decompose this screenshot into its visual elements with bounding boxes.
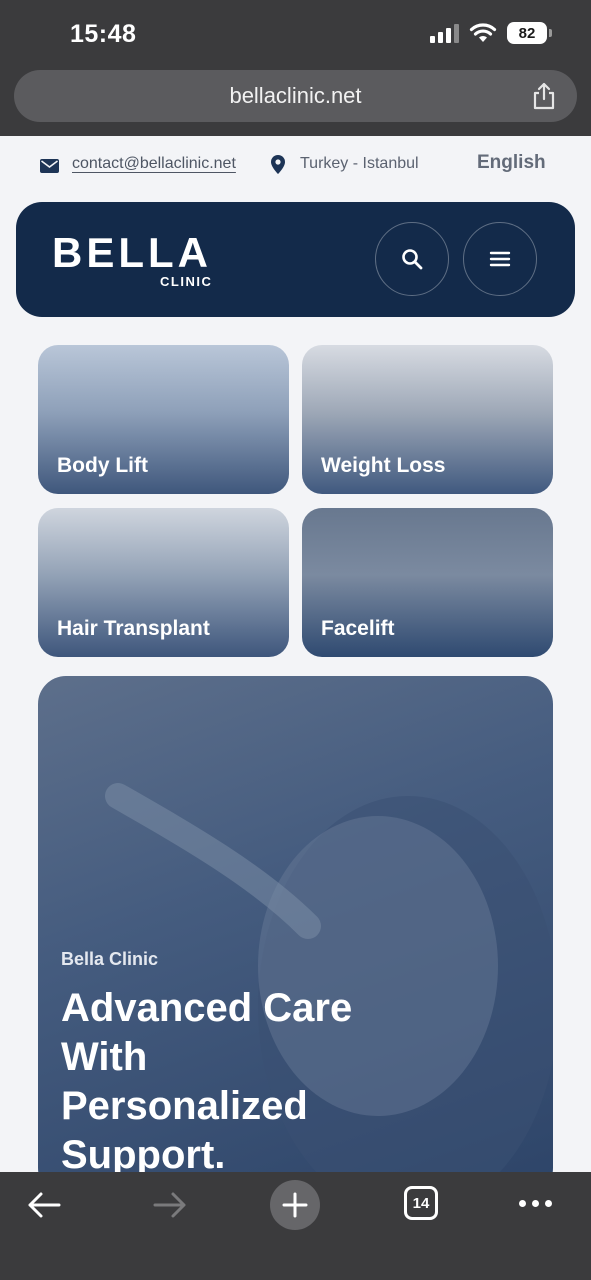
status-icons: 82 <box>430 22 552 44</box>
search-icon <box>402 249 423 270</box>
menu-button[interactable] <box>463 222 537 296</box>
bella-clinic-logo[interactable]: BELLA CLINIC <box>52 229 212 290</box>
service-tile-body-lift[interactable]: Body Lift <box>38 345 289 494</box>
battery-icon: 82 <box>507 22 552 44</box>
browser-bottom-bar: 14 <box>0 1172 591 1280</box>
service-tile-facelift[interactable]: Facelift <box>302 508 553 657</box>
battery-level: 82 <box>518 24 536 42</box>
plus-icon <box>282 1192 308 1218</box>
location-pin-icon <box>271 155 285 174</box>
signal-icon <box>430 23 459 43</box>
url-text: bellaclinic.net <box>229 83 362 108</box>
service-label: Facelift <box>321 617 395 640</box>
service-tile-weight-loss[interactable]: Weight Loss <box>302 345 553 494</box>
email-link[interactable]: contact@bellaclinic.net <box>72 155 236 173</box>
service-label: Body Lift <box>57 454 148 477</box>
new-tab-button[interactable] <box>270 1180 320 1230</box>
language-selector[interactable]: English <box>477 152 546 174</box>
browser-toolbar: bellaclinic.net <box>0 64 591 136</box>
tabs-count: 14 <box>412 1194 430 1212</box>
tabs-button[interactable]: 14 <box>404 1186 438 1220</box>
share-icon[interactable] <box>531 82 557 110</box>
service-tile-hair-transplant[interactable]: Hair Transplant <box>38 508 289 657</box>
site-header: BELLA CLINIC <box>16 202 575 317</box>
wifi-icon <box>469 23 497 42</box>
status-time: 15:48 <box>70 20 137 48</box>
search-button[interactable] <box>375 222 449 296</box>
hero-eyebrow: Bella Clinic <box>61 949 159 969</box>
hero-banner: Bella Clinic Advanced Care With Personal… <box>38 676 553 1196</box>
location-text: Turkey - Istanbul <box>300 155 419 172</box>
mail-icon <box>40 159 59 173</box>
hero-title: Advanced Care With Personalized Support. <box>61 986 353 1177</box>
status-bar: 15:48 82 <box>0 0 591 64</box>
address-bar[interactable]: bellaclinic.net <box>14 70 577 122</box>
forward-arrow-icon[interactable] <box>152 1190 188 1220</box>
contact-bar: contact@bellaclinic.net Turkey - Istanbu… <box>0 136 591 194</box>
back-arrow-icon[interactable] <box>26 1190 62 1220</box>
service-label: Hair Transplant <box>57 617 210 640</box>
logo-subtitle: CLINIC <box>160 274 213 289</box>
menu-icon <box>489 251 511 267</box>
service-label: Weight Loss <box>321 454 446 477</box>
logo-wordmark: BELLA <box>52 229 212 276</box>
more-icon[interactable] <box>519 1200 552 1207</box>
